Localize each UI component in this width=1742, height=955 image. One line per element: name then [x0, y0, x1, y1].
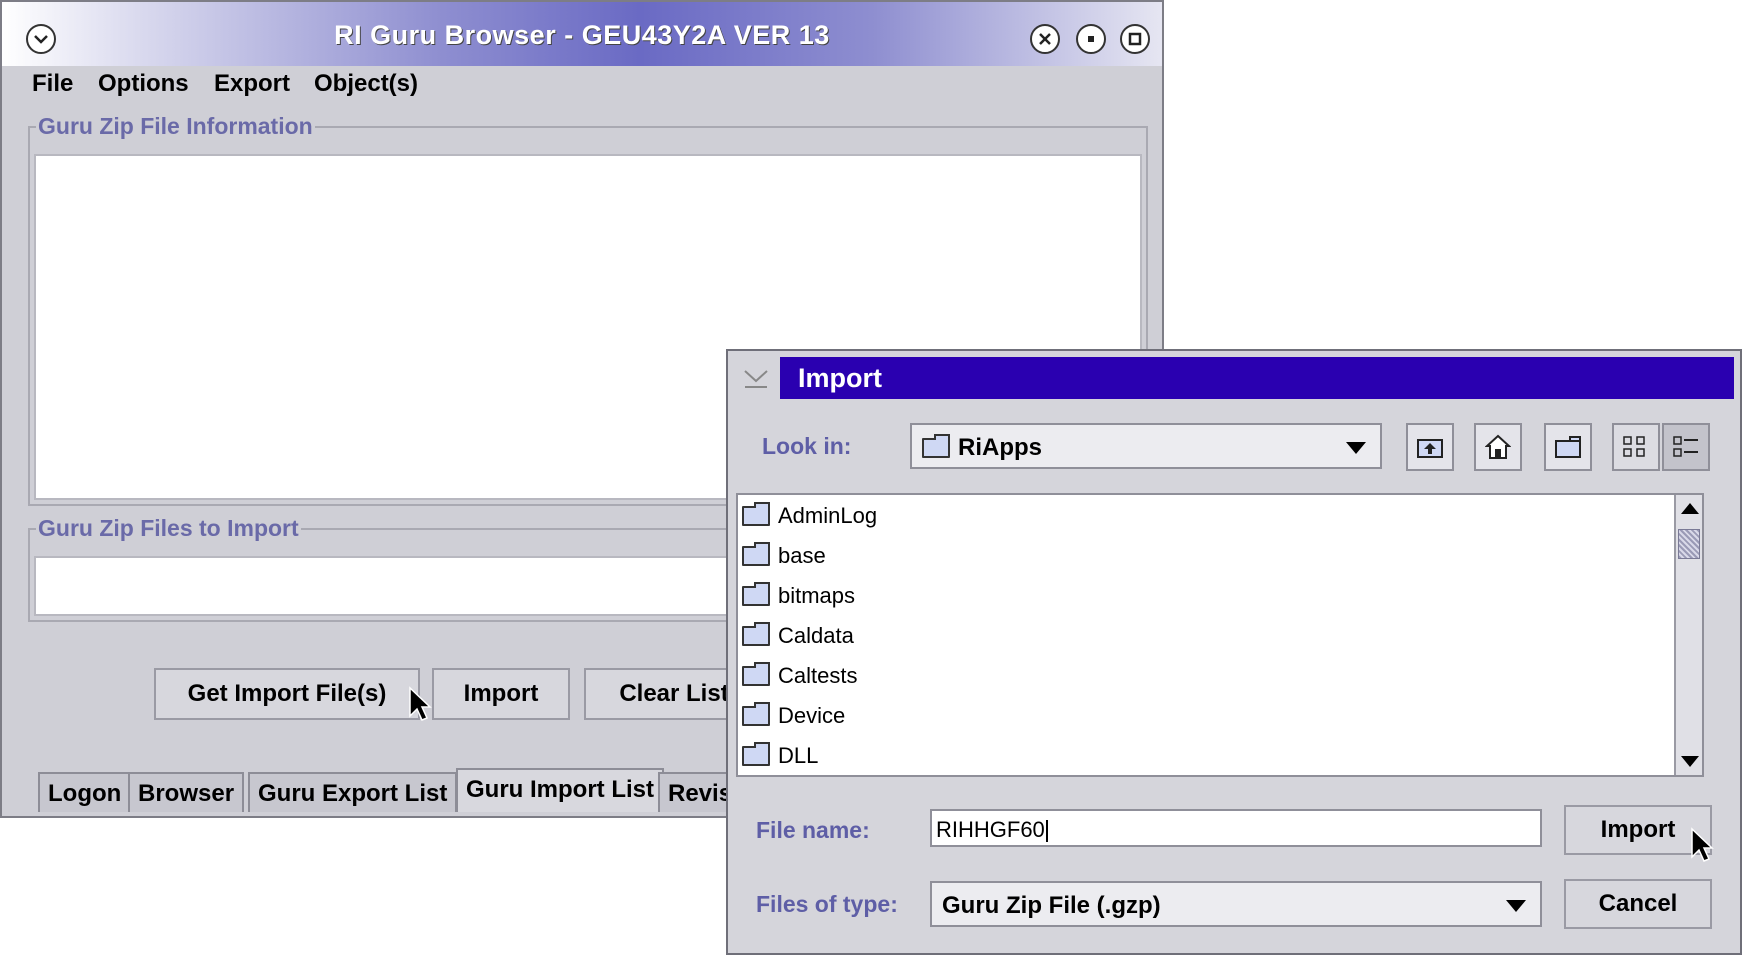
dialog-titlebar[interactable]: Import [780, 357, 1734, 399]
file-name-label: File name: [756, 817, 870, 843]
list-view-button[interactable] [1612, 423, 1660, 471]
home-icon [1485, 434, 1511, 459]
tab-logon[interactable]: Logon [38, 772, 132, 812]
main-titlebar[interactable]: RI Guru Browser - GEU43Y2A VER 13 [2, 2, 1162, 76]
up-folder-button[interactable] [1406, 423, 1454, 471]
new-folder-button[interactable] [1544, 423, 1592, 471]
files-of-type-combo[interactable]: Guru Zip File (.gzp) [930, 881, 1542, 927]
up-folder-icon [1417, 439, 1443, 458]
scroll-down-icon[interactable] [1681, 756, 1699, 767]
group-title-files: Guru Zip Files to Import [36, 515, 301, 542]
dialog-title: Import [798, 363, 882, 393]
minimize-circle-icon[interactable] [1076, 24, 1106, 54]
list-item[interactable]: DLL [742, 739, 818, 773]
mouse-pointer-icon [409, 686, 432, 721]
home-button[interactable] [1474, 423, 1522, 471]
list-item[interactable]: Caldata [742, 619, 854, 653]
file-list[interactable]: AdminLog base bitmaps Caldata Caltests D… [736, 493, 1704, 777]
chevron-down-icon [1506, 900, 1526, 912]
file-name-input[interactable]: RIHHGF60 [930, 809, 1542, 847]
scroll-thumb[interactable] [1678, 529, 1700, 559]
folder-icon [742, 502, 770, 526]
look-in-combo[interactable]: RiApps [910, 423, 1382, 469]
dialog-menu-icon[interactable] [742, 367, 770, 391]
folder-icon [922, 434, 950, 458]
vertical-scrollbar[interactable] [1674, 495, 1702, 775]
list-item[interactable]: base [742, 539, 826, 573]
tab-guru-import-list[interactable]: Guru Import List [456, 768, 664, 812]
tab-guru-export-list[interactable]: Guru Export List [248, 772, 458, 812]
list-item[interactable]: Device [742, 699, 845, 733]
group-title-info: Guru Zip File Information [36, 113, 315, 140]
menubar: File Options Export Object(s) [2, 66, 1162, 102]
list-item[interactable]: AdminLog [742, 499, 877, 533]
folder-icon [742, 542, 770, 566]
folder-icon [742, 622, 770, 646]
new-folder-icon [1555, 436, 1581, 458]
folder-icon [742, 702, 770, 726]
text-caret [1045, 820, 1048, 843]
list-item[interactable]: bitmaps [742, 579, 855, 613]
menu-export[interactable]: Export [214, 70, 290, 98]
files-of-type-label: Files of type: [756, 891, 898, 917]
dialog-cancel-button[interactable]: Cancel [1564, 879, 1712, 929]
folder-icon [742, 662, 770, 686]
list-view-icon [1623, 436, 1645, 457]
scroll-up-icon[interactable] [1681, 503, 1699, 514]
get-import-files-button[interactable]: Get Import File(s) [154, 668, 420, 720]
menu-objects[interactable]: Object(s) [314, 70, 418, 98]
tab-browser[interactable]: Browser [128, 772, 245, 812]
look-in-label: Look in: [762, 433, 852, 459]
import-button[interactable]: Import [432, 668, 570, 720]
menu-options[interactable]: Options [98, 70, 189, 98]
list-item[interactable]: Caltests [742, 659, 857, 693]
menu-file[interactable]: File [32, 70, 73, 98]
folder-icon [742, 582, 770, 606]
maximize-circle-icon[interactable] [1120, 24, 1150, 54]
folder-icon [742, 742, 770, 766]
import-dialog: Import Look in: RiApps AdminLog base bit… [726, 349, 1742, 955]
details-view-icon [1673, 436, 1698, 457]
mouse-pointer-icon [1691, 827, 1714, 862]
close-circle-icon[interactable] [1030, 24, 1060, 54]
chevron-down-icon [1346, 442, 1366, 454]
details-view-button[interactable] [1662, 423, 1710, 471]
window-title: RI Guru Browser - GEU43Y2A VER 13 [334, 20, 830, 50]
